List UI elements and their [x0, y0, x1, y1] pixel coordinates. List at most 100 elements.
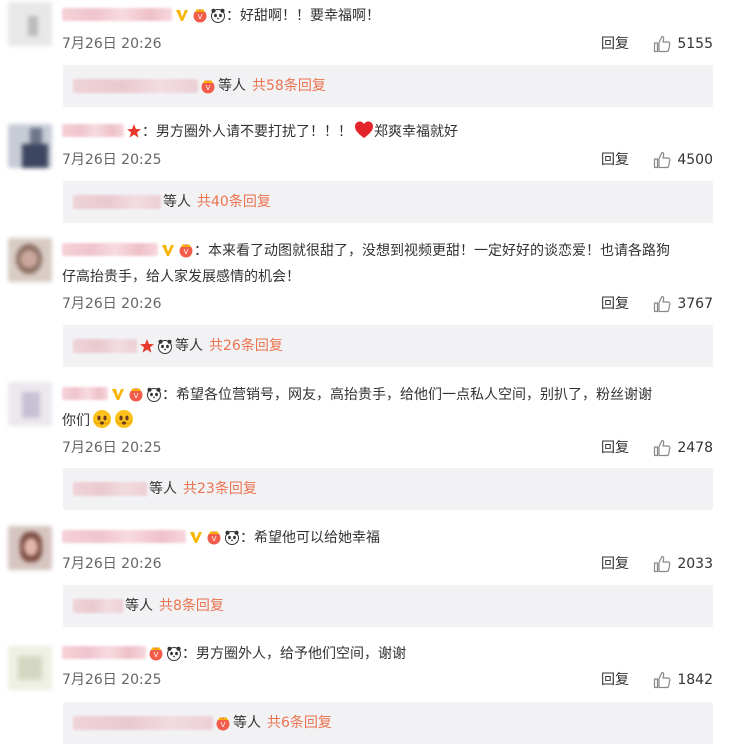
like-count: 4500: [677, 152, 713, 168]
thumbs-up-icon: [654, 35, 671, 53]
timestamp: 7月26日 20:26: [62, 556, 162, 572]
like-count: 1842: [677, 672, 713, 688]
sub-replies-box[interactable]: 等人 共8条回复: [63, 585, 713, 627]
vip-crown-icon: V: [179, 244, 193, 258]
comment-text-line: ：男方圈外人请不要打扰了！！！ 郑爽幸福就好: [62, 120, 715, 144]
thumbs-up-icon: [654, 295, 671, 313]
avatar[interactable]: [8, 238, 52, 282]
like-button[interactable]: 1842: [653, 670, 713, 690]
comment-text-line: V ：本来看了动图就很甜了，没想到视频更甜！一定好好的谈恋爱！也请各路狗 仔高抬贵手…: [62, 243, 670, 285]
reply-count-link[interactable]: 共40条回复: [197, 192, 271, 212]
others-label: 等人: [218, 78, 246, 94]
yellow-v-icon: [162, 245, 174, 256]
comment-meta: 7月26日 20:25 回复 2478: [62, 438, 713, 458]
thumbs-up-icon: [654, 439, 671, 457]
username-blurred[interactable]: [62, 8, 172, 21]
yellow-v-icon: [176, 10, 188, 21]
panda-icon: [167, 646, 181, 661]
replier-name-blurred: [73, 339, 137, 353]
like-button[interactable]: 2033: [653, 554, 713, 574]
username-blurred[interactable]: [62, 124, 124, 137]
reply-count-link[interactable]: 共8条回复: [159, 596, 224, 616]
like-button[interactable]: 3767: [653, 294, 713, 314]
username-blurred[interactable]: [62, 387, 108, 400]
comment-text: 男方圈外人，给予他们空间，谢谢: [196, 646, 406, 662]
red-star-icon: [140, 339, 154, 353]
username-blurred[interactable]: [62, 530, 186, 543]
yellow-v-icon: [190, 532, 202, 543]
others-label: 等人: [125, 598, 153, 614]
reply-button[interactable]: 回复: [601, 294, 629, 314]
sub-replies-box[interactable]: 等人 共23条回复: [63, 468, 713, 510]
reply-count-link[interactable]: 共23条回复: [183, 479, 257, 499]
comment-text-line: V ：希望各位营销号，网友，高抬贵手，给他们一点私人空间，别扒了，粉丝谢谢 你们: [62, 387, 652, 429]
reply-button[interactable]: 回复: [601, 438, 629, 458]
vip-crown-icon: V: [149, 647, 163, 661]
svg-text:V: V: [221, 721, 226, 729]
reply-button[interactable]: 回复: [601, 150, 629, 170]
vip-crown-icon: V: [201, 80, 215, 94]
like-count: 2478: [677, 440, 713, 456]
avatar[interactable]: [8, 2, 52, 46]
comment-text-cont: 仔高抬贵手，给人家发展感情的机会！: [62, 269, 300, 285]
like-count: 5155: [677, 36, 713, 52]
avatar[interactable]: [8, 382, 52, 426]
thumbs-up-icon: [654, 671, 671, 689]
reply-button[interactable]: 回复: [601, 554, 629, 574]
sub-replies-box[interactable]: 等人 共40条回复: [63, 181, 713, 223]
comment-text: 希望他可以给她幸福: [254, 530, 380, 546]
panda-icon: [147, 387, 161, 402]
reply-count-link[interactable]: 共58条回复: [252, 76, 326, 96]
comment-text-cont: 你们: [62, 413, 90, 429]
reply-count-link[interactable]: 共6条回复: [267, 713, 332, 733]
sub-replies-box[interactable]: V 等人 共58条回复: [63, 65, 713, 107]
comment-meta: 7月26日 20:26 回复 3767: [62, 294, 713, 314]
like-count: 3767: [677, 296, 713, 312]
timestamp: 7月26日 20:25: [62, 440, 162, 456]
reply-count-link[interactable]: 共26条回复: [209, 336, 283, 356]
like-button[interactable]: 4500: [653, 150, 713, 170]
svg-text:V: V: [206, 84, 211, 92]
avatar[interactable]: [8, 124, 52, 168]
svg-text:V: V: [198, 13, 203, 21]
vip-crown-icon: V: [129, 388, 143, 402]
comment-meta: 7月26日 20:26 回复 5155: [62, 34, 713, 54]
comment-text: 男方圈外人请不要打扰了！！！: [156, 124, 352, 140]
timestamp: 7月26日 20:26: [62, 296, 162, 312]
sub-replies-box[interactable]: V 等人 共6条回复: [63, 702, 713, 744]
others-label: 等人: [175, 338, 203, 354]
comment-text: 郑爽幸福就好: [374, 124, 458, 140]
replier-name-blurred: [73, 195, 161, 209]
like-button[interactable]: 2478: [653, 438, 713, 458]
replier-name-blurred: [73, 716, 213, 730]
red-heart-icon: [355, 121, 373, 138]
timestamp: 7月26日 20:26: [62, 36, 162, 52]
comment-feed: V ：好甜啊！！要幸福啊！ 7月26日 20:26 回复 5155 V 等人 共58条…: [0, 0, 735, 745]
thumbs-up-icon: [654, 555, 671, 573]
svg-text:V: V: [212, 535, 217, 543]
svg-text:V: V: [184, 248, 189, 256]
vip-crown-icon: V: [207, 531, 221, 545]
comment-meta: 7月26日 20:26 回复 2033: [62, 554, 713, 574]
replier-name-blurred: [73, 79, 198, 93]
username-blurred[interactable]: [62, 243, 158, 256]
vip-crown-icon: V: [216, 717, 230, 731]
comment-text: 好甜啊！！要幸福啊！: [240, 8, 380, 24]
comment-text-line: V ：好甜啊！！要幸福啊！: [62, 4, 715, 28]
comment-meta: 7月26日 20:25 回复 4500: [62, 150, 713, 170]
avatar[interactable]: [8, 526, 52, 570]
reply-button[interactable]: 回复: [601, 670, 629, 690]
svg-text:V: V: [154, 651, 159, 659]
timestamp: 7月26日 20:25: [62, 152, 162, 168]
reply-button[interactable]: 回复: [601, 34, 629, 54]
svg-text:V: V: [134, 392, 139, 400]
avatar[interactable]: [8, 646, 52, 690]
others-label: 等人: [149, 481, 177, 497]
sub-replies-box[interactable]: 等人 共26条回复: [63, 325, 713, 367]
like-button[interactable]: 5155: [653, 34, 713, 54]
replier-name-blurred: [73, 482, 147, 496]
username-blurred[interactable]: [62, 646, 146, 659]
replier-name-blurred: [73, 599, 123, 613]
timestamp: 7月26日 20:25: [62, 672, 162, 688]
panda-icon: [225, 530, 239, 545]
